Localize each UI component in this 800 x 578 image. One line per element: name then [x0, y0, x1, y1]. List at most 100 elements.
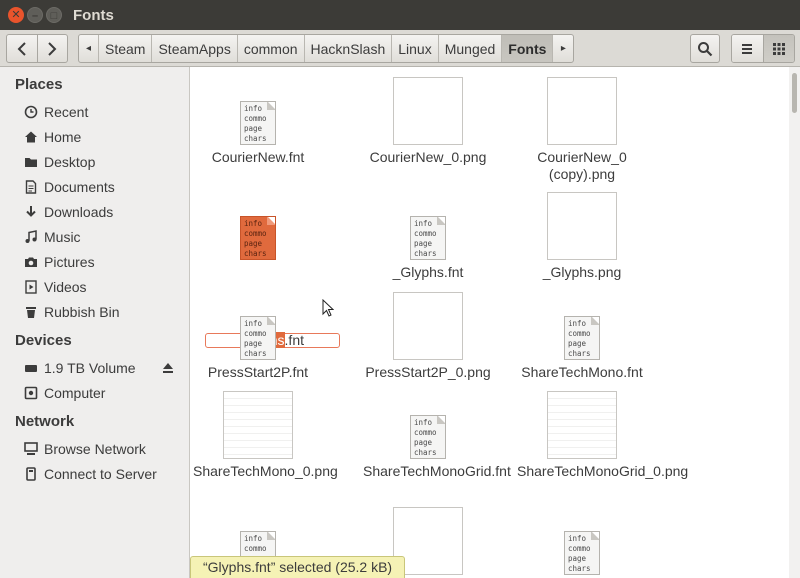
camera-icon	[24, 255, 38, 269]
file-preview-line: info	[244, 534, 263, 543]
sidebar-item-home[interactable]: Home	[24, 126, 184, 148]
file-preview-line: info	[414, 219, 433, 228]
file-preview-line: chars	[244, 349, 267, 358]
file-item[interactable]: info commo page chars CourierNew.fnt	[193, 101, 323, 166]
search-button[interactable]	[690, 34, 720, 63]
sidebar-item-rubbish-bin[interactable]: Rubbish Bin	[24, 301, 184, 323]
vertical-scrollbar[interactable]	[789, 67, 800, 578]
window-title: Fonts	[73, 7, 114, 24]
file-name: ShareTechMonoGrid.fnt	[363, 463, 511, 479]
sidebar-item-music[interactable]: Music	[24, 226, 184, 248]
sidebar-item-pictures[interactable]: Pictures	[24, 251, 184, 273]
download-icon	[24, 205, 38, 219]
sidebar-item-computer[interactable]: Computer	[24, 382, 184, 404]
clock-icon	[24, 105, 38, 119]
sidebar-item-label: Computer	[44, 385, 106, 401]
computer-icon	[24, 386, 38, 400]
breadcrumb-scroll-right-button[interactable]: ▸	[553, 35, 573, 62]
text-file-icon: infocommopagechars	[240, 101, 276, 145]
places-heading: Places	[15, 76, 63, 93]
text-file-icon: infocommopagechars	[564, 316, 600, 360]
image-thumbnail	[393, 292, 463, 360]
file-item[interactable]: CourierNew_0 (copy).png	[517, 77, 647, 183]
documents-icon	[24, 180, 38, 194]
maximize-window-button[interactable]: □	[46, 7, 62, 23]
file-preview-line: commo	[414, 229, 437, 238]
sidebar-item-label: Rubbish Bin	[44, 304, 120, 320]
home-icon	[24, 130, 38, 144]
image-thumbnail	[547, 192, 617, 260]
file-preview-line: info	[414, 418, 433, 427]
grid-icon	[772, 42, 785, 55]
triangle-right-icon: ▸	[560, 43, 566, 54]
breadcrumb-item-steamapps[interactable]: SteamApps	[152, 35, 238, 62]
back-button[interactable]	[7, 35, 37, 62]
file-preview-line: chars	[414, 448, 437, 457]
toolbar: ◂ Steam SteamApps common HacknSlash Linu…	[0, 30, 800, 67]
file-item[interactable]: info commo page chars _Glyphs.fnt	[363, 216, 493, 281]
sidebar: Places Recent Home Desktop Documents Downloa…	[0, 67, 190, 578]
forward-button[interactable]	[36, 35, 68, 62]
breadcrumb-item-fonts[interactable]: Fonts	[502, 35, 554, 62]
file-item[interactable]: CourierNew_0.png	[363, 77, 493, 166]
text-file-icon: infocommopagechars	[410, 415, 446, 459]
file-item[interactable]: infocommopagechars	[193, 216, 323, 260]
list-view-button[interactable]	[732, 35, 763, 62]
text-file-icon: infocommopagechars	[240, 216, 276, 260]
sidebar-item-label: Downloads	[44, 204, 114, 220]
eject-icon[interactable]	[162, 361, 174, 377]
breadcrumb-item-steam[interactable]: Steam	[99, 35, 153, 62]
sidebar-item-volume[interactable]: 1.9 TB Volume	[24, 357, 184, 379]
chevron-left-icon	[17, 41, 26, 56]
file-item[interactable]: infocommopagechars	[517, 531, 647, 578]
file-preview-line: page	[568, 554, 587, 563]
sidebar-item-label: 1.9 TB Volume	[44, 360, 136, 376]
file-preview-line: info	[244, 219, 263, 228]
breadcrumb-item-munged[interactable]: Munged	[439, 35, 503, 62]
file-name: ShareTechMono_0.png	[193, 463, 338, 479]
breadcrumb-item-linux[interactable]: Linux	[392, 35, 439, 62]
file-item[interactable]: _Glyphs.png	[517, 192, 647, 281]
file-preview-line: commo	[244, 329, 267, 338]
file-name: PressStart2P.fnt	[207, 364, 309, 380]
file-name: ShareTechMonoGrid_0.png	[517, 463, 689, 479]
sidebar-item-desktop[interactable]: Desktop	[24, 151, 184, 173]
file-item[interactable]: info commo page chars ShareTechMono.fnt	[517, 316, 647, 381]
sidebar-item-browse-network[interactable]: Browse Network	[24, 438, 184, 460]
grid-view-button[interactable]	[762, 35, 794, 62]
file-view[interactable]: Glyphs.fnt infocommopagecharsCourierNew.…	[191, 67, 787, 578]
file-preview-line: page	[414, 239, 433, 248]
sidebar-item-connect-server[interactable]: Connect to Server	[24, 463, 184, 485]
sidebar-item-label: Pictures	[44, 254, 95, 270]
breadcrumb-scroll-left-button[interactable]: ◂	[79, 35, 99, 62]
breadcrumb-item-common[interactable]: common	[238, 35, 305, 62]
sidebar-item-recent[interactable]: Recent	[24, 101, 184, 123]
file-item[interactable]: ShareTechMonoGrid_0.png	[517, 391, 689, 480]
sidebar-item-label: Home	[44, 129, 82, 145]
file-preview-line: chars	[568, 564, 591, 573]
title-bar: ✕ – □ Fonts	[0, 0, 800, 30]
image-thumbnail	[547, 77, 617, 145]
breadcrumb-item-hacknslash[interactable]: HacknSlash	[305, 35, 393, 62]
text-file-icon: infocommopagechars	[410, 216, 446, 260]
file-preview-line: chars	[244, 249, 267, 258]
close-window-button[interactable]: ✕	[8, 7, 24, 23]
scrollbar-thumb[interactable]	[792, 73, 797, 113]
file-item[interactable]: ShareTechMono_0.png	[193, 391, 338, 480]
file-preview-line: commo	[244, 544, 267, 553]
file-preview-line: info	[568, 534, 587, 543]
file-preview-line: commo	[414, 428, 437, 437]
file-preview-line: chars	[568, 349, 591, 358]
file-name: ShareTechMono.fnt	[521, 364, 643, 380]
folder-icon	[24, 155, 38, 169]
network-icon	[24, 442, 38, 456]
sidebar-item-documents[interactable]: Documents	[24, 176, 184, 198]
file-item[interactable]: info commo page chars PressStart2P.fnt	[193, 316, 323, 381]
file-item[interactable]: PressStart2P_0.png	[363, 292, 493, 381]
file-item[interactable]: info commo page chars ShareTechMonoGrid.fnt	[363, 415, 511, 480]
sidebar-item-label: Desktop	[44, 154, 96, 170]
sidebar-item-downloads[interactable]: Downloads	[24, 201, 184, 223]
minimize-window-button[interactable]: –	[27, 7, 43, 23]
sidebar-item-videos[interactable]: Videos	[24, 276, 184, 298]
file-preview-line: commo	[244, 229, 267, 238]
